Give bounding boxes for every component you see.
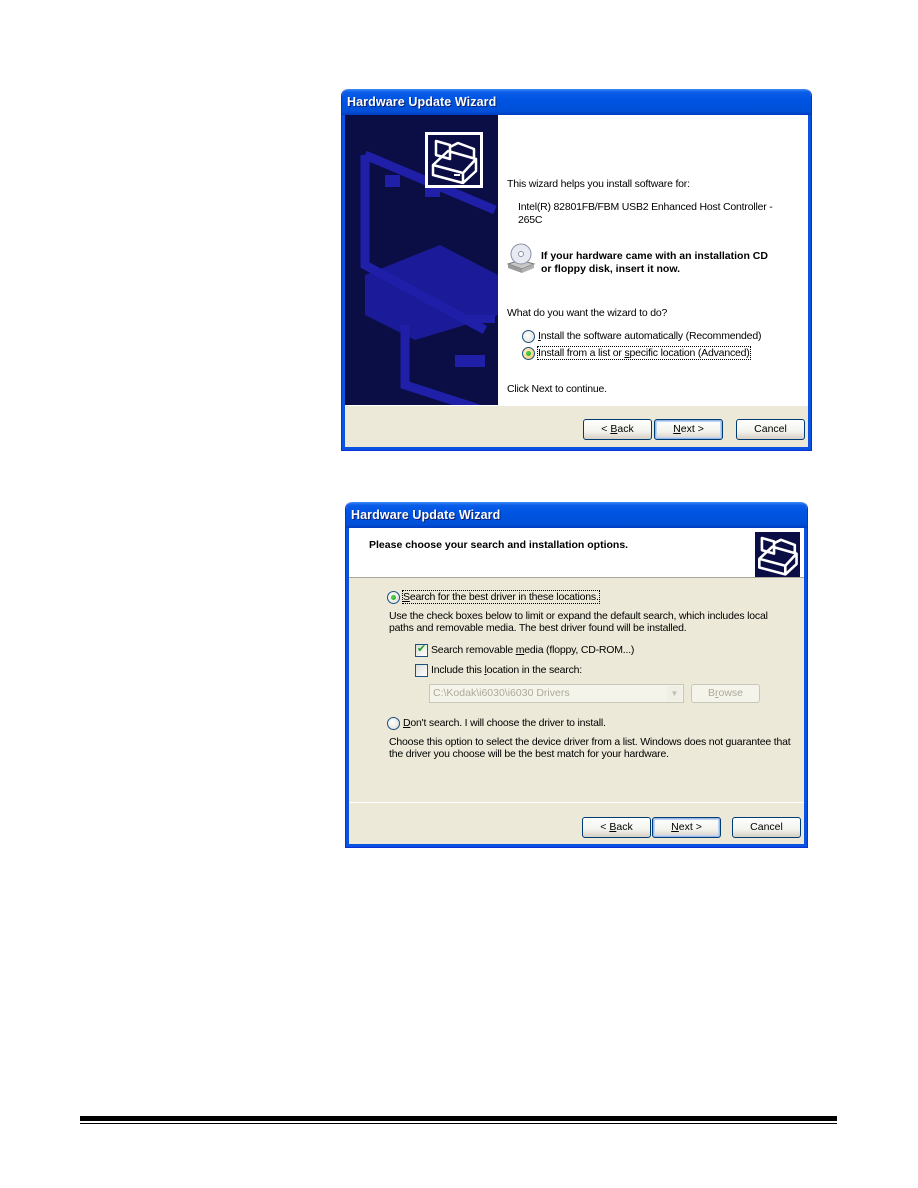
- dialog-client-area: Please choose your search and installati…: [349, 528, 804, 844]
- hardware-wizard-icon: [755, 532, 800, 577]
- device-name-line1: Intel(R) 82801FB/FBM USB2 Enhanced Host …: [518, 201, 773, 213]
- dont-search-label[interactable]: Don't search. I will choose the driver t…: [403, 717, 606, 729]
- wizard-side-banner: [345, 115, 498, 405]
- cd-notice-line1: If your hardware came with an installati…: [541, 250, 768, 262]
- search-removable-media-checkbox[interactable]: [415, 642, 428, 657]
- footer-separator: [349, 802, 804, 803]
- window-frame-right: [804, 528, 807, 847]
- cd-notice-line2: or floppy disk, insert it now.: [541, 263, 681, 275]
- dialog-title: Hardware Update Wizard: [347, 95, 497, 109]
- back-button[interactable]: < Back: [583, 419, 652, 440]
- hardware-update-wizard-search-options-dialog: Hardware Update Wizard Please choose you…: [345, 502, 808, 848]
- browse-button[interactable]: Browse: [691, 684, 760, 703]
- continue-hint: Click Next to continue.: [507, 383, 607, 395]
- dont-search-description-line2: the driver you choose will be the best m…: [389, 748, 669, 760]
- wizard-page-header: Please choose your search and installati…: [349, 528, 804, 578]
- search-best-driver-radio[interactable]: [387, 591, 400, 604]
- dialog-title-bar[interactable]: Hardware Update Wizard: [342, 89, 811, 115]
- dont-search-description-line1: Choose this option to select the device …: [389, 736, 791, 748]
- intro-text: This wizard helps you install software f…: [507, 178, 690, 190]
- install-automatically-label[interactable]: Install the software automatically (Reco…: [538, 330, 761, 342]
- dialog-client-area: This wizard helps you install software f…: [345, 115, 808, 447]
- back-button[interactable]: < Back: [582, 817, 651, 838]
- page-footer-rule-thin: [80, 1123, 837, 1124]
- wizard-welcome-body: This wizard helps you install software f…: [498, 115, 808, 405]
- location-combobox[interactable]: C:\Kodak\i6030\i6030 Drivers ▼: [429, 684, 684, 703]
- search-description-line1: Use the check boxes below to limit or ex…: [389, 610, 768, 622]
- install-automatically-radio[interactable]: [522, 330, 535, 343]
- location-value: C:\Kodak\i6030\i6030 Drivers: [433, 687, 570, 699]
- next-button[interactable]: Next >: [652, 817, 721, 838]
- cancel-button[interactable]: Cancel: [736, 419, 805, 440]
- dialog-title: Hardware Update Wizard: [351, 508, 501, 522]
- wizard-question: What do you want the wizard to do?: [507, 307, 668, 319]
- dialog-title-bar[interactable]: Hardware Update Wizard: [346, 502, 807, 528]
- search-best-driver-label[interactable]: Search for the best driver in these loca…: [402, 590, 600, 604]
- window-frame-bottom: [346, 844, 807, 847]
- hardware-wizard-icon: [425, 132, 483, 188]
- window-frame-bottom: [342, 447, 811, 450]
- install-from-list-label[interactable]: Install from a list or specific location…: [537, 346, 751, 360]
- chevron-down-icon[interactable]: ▼: [667, 686, 682, 701]
- include-location-label[interactable]: Include this location in the search:: [431, 664, 582, 676]
- hardware-update-wizard-welcome-dialog: Hardware Update Wizard This wizard helps…: [341, 89, 812, 451]
- page-heading: Please choose your search and installati…: [369, 539, 629, 551]
- search-description-line2: paths and removable media. The best driv…: [389, 622, 687, 634]
- dont-search-radio[interactable]: [387, 717, 400, 730]
- window-frame-right: [808, 115, 811, 450]
- page-footer-rule-thick: [80, 1116, 837, 1121]
- install-from-list-radio[interactable]: [522, 347, 535, 360]
- include-location-checkbox[interactable]: [415, 664, 428, 677]
- search-removable-media-label[interactable]: Search removable media (floppy, CD-ROM..…: [431, 644, 634, 656]
- device-name-line2: 265C: [518, 214, 543, 226]
- next-button[interactable]: Next >: [654, 419, 723, 440]
- cancel-button[interactable]: Cancel: [732, 817, 801, 838]
- cd-drive-icon: [506, 242, 536, 274]
- footer-separator: [345, 405, 808, 406]
